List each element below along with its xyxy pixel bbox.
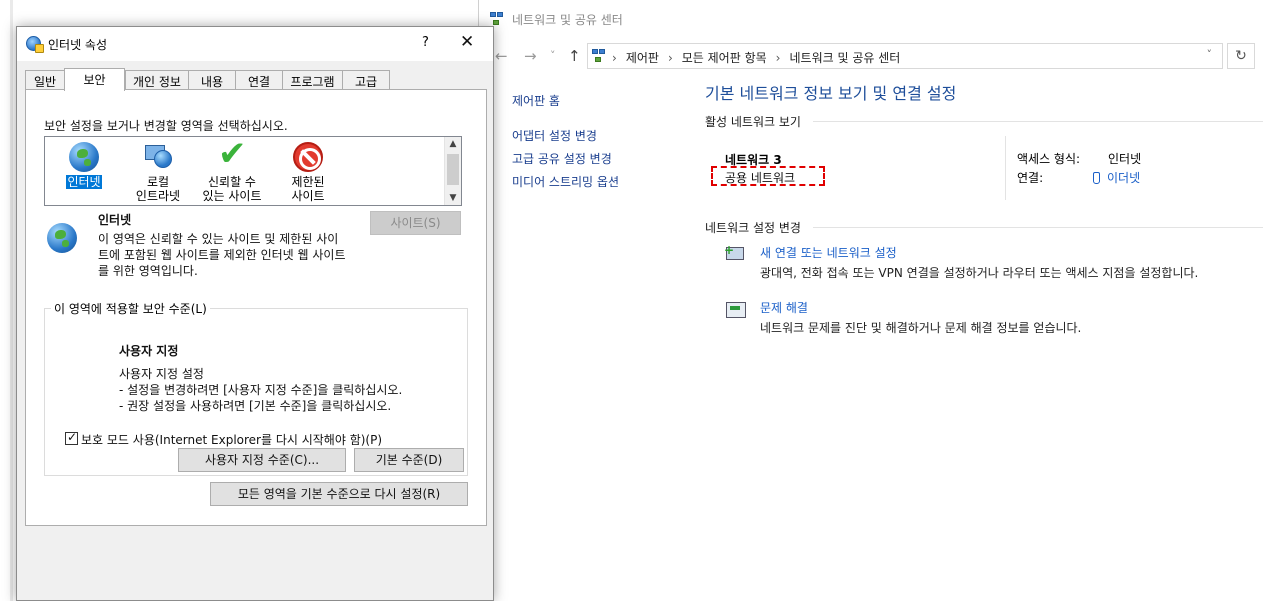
connection-value[interactable]: 이더넷: [1107, 171, 1140, 185]
help-button[interactable]: ?: [422, 35, 429, 50]
breadcrumb-item-all-items[interactable]: 모든 제어판 항목: [682, 51, 767, 65]
change-settings-heading: 네트워크 설정 변경: [705, 221, 801, 235]
internet-globe-icon: [68, 141, 100, 173]
dialog-titlebar: 인터넷 속성 ? ✕: [17, 27, 493, 61]
restricted-sites-icon: [292, 141, 324, 173]
zone-list[interactable]: 인터넷 로컬 인트라넷 ✔ 신뢰할 수 있는 사이트 제한된 사이트 ▲ ▼: [44, 136, 462, 206]
tab-security[interactable]: 보안: [64, 68, 125, 91]
zone-description-line: 이 영역은 신뢰할 수 있는 사이트 및 제한된 사이: [98, 232, 339, 246]
protected-mode-checkbox[interactable]: [65, 430, 78, 445]
scroll-up-chevron-icon[interactable]: ▲: [445, 137, 461, 151]
selected-zone-title: 인터넷: [98, 213, 132, 227]
window-titlebar: 네트워크 및 공유 센터: [479, 0, 1263, 38]
zone-label: 신뢰할 수 있는 사이트: [202, 175, 262, 203]
zone-local-intranet[interactable]: 로컬 인트라넷: [125, 141, 191, 203]
section-divider: [813, 121, 1263, 122]
forward-arrow-icon[interactable]: →: [524, 47, 537, 65]
new-connection-description: 광대역, 전화 접속 또는 VPN 연결을 설정하거나 라우터 또는 액세스 지…: [760, 266, 1199, 280]
dialog-title: 인터넷 속성: [48, 38, 108, 52]
scroll-down-chevron-icon[interactable]: ▼: [445, 191, 461, 205]
security-level-line: 사용자 지정 설정: [119, 367, 204, 381]
active-networks-heading: 활성 네트워크 보기: [705, 115, 801, 129]
breadcrumb-item-control-panel[interactable]: 제어판: [626, 51, 659, 65]
page-title: 기본 네트워크 정보 보기 및 연결 설정: [705, 84, 957, 103]
access-type-value: 인터넷: [1108, 152, 1142, 166]
security-level-group-label: 이 영역에 적용할 보안 수준(L): [51, 300, 210, 317]
refresh-button[interactable]: ↻: [1227, 43, 1255, 69]
breadcrumb-separator: ›: [667, 51, 673, 65]
recent-locations-chevron-icon[interactable]: ˅: [550, 49, 556, 62]
network-icon: [490, 12, 504, 26]
zone-trusted-sites[interactable]: ✔ 신뢰할 수 있는 사이트: [199, 134, 265, 203]
network-icon: [592, 49, 606, 63]
troubleshoot-icon: [724, 299, 746, 319]
zone-restricted-sites[interactable]: 제한된 사이트: [275, 141, 341, 203]
tab-strip: 일반 보안 개인 정보 내용 연결 프로그램 고급: [25, 68, 485, 91]
zone-description-line: 트에 포함된 웹 사이트를 제외한 인터넷 웹 사이트: [98, 248, 346, 262]
troubleshoot-description: 네트워크 문제를 진단 및 해결하거나 문제 해결 정보를 얻습니다.: [760, 321, 1082, 335]
trusted-sites-check-icon: ✔: [218, 134, 247, 174]
new-connection-link[interactable]: 새 연결 또는 네트워크 설정: [760, 244, 897, 261]
up-arrow-icon[interactable]: ↑: [568, 47, 581, 65]
zone-label: 제한된 사이트: [291, 175, 325, 203]
internet-properties-dialog: 인터넷 속성 ? ✕ 일반 보안 개인 정보 내용 연결 프로그램 고급 보안 …: [16, 26, 494, 601]
address-bar[interactable]: › 제어판 › 모든 제어판 항목 › 네트워크 및 공유 센터 ˅: [587, 43, 1223, 69]
security-level-group: 이 영역에 적용할 보안 수준(L) 사용자 지정 사용자 지정 설정 - 설정…: [44, 300, 468, 476]
local-intranet-icon: [142, 141, 174, 173]
address-dropdown-chevron-icon[interactable]: ˅: [1207, 48, 1213, 61]
security-level-line: - 권장 설정을 사용하려면 [기본 수준]을 클릭하십시오.: [119, 399, 392, 413]
security-level-line: - 설정을 변경하려면 [사용자 지정 수준]을 클릭하십시오.: [119, 383, 403, 397]
security-level-title: 사용자 지정: [119, 344, 179, 358]
protected-mode-label[interactable]: 보호 모드 사용(Internet Explorer를 다시 시작해야 함)(P…: [81, 431, 382, 448]
zone-list-scrollbar[interactable]: ▲ ▼: [444, 137, 461, 205]
new-connection-icon: +: [724, 244, 746, 264]
default-level-button[interactable]: 기본 수준(D): [354, 448, 464, 472]
nav-change-adapter-settings[interactable]: 어댑터 설정 변경: [512, 127, 597, 144]
breadcrumb: › 제어판 › 모든 제어판 항목 › 네트워크 및 공유 센터: [612, 49, 900, 66]
connection-ethernet-link[interactable]: 이더넷: [1093, 169, 1140, 186]
network-category-link[interactable]: 공용 네트워크: [711, 166, 825, 186]
zone-label: 인터넷: [66, 175, 102, 189]
reset-all-zones-button[interactable]: 모든 영역을 기본 수준으로 다시 설정(R): [210, 482, 468, 506]
nav-media-streaming-options[interactable]: 미디어 스트리밍 옵션: [512, 173, 619, 190]
background-window-edge: [0, 0, 16, 601]
troubleshoot-link[interactable]: 문제 해결: [760, 299, 808, 316]
navigation-bar: ← → ˅ ↑ › 제어판 › 모든 제어판 항목 › 네트워크 및 공유 센터 ˅ ↻: [479, 38, 1263, 74]
zone-description-line: 를 위한 영역입니다.: [98, 264, 198, 278]
connection-label: 연결:: [1017, 171, 1044, 185]
zone-label: 로컬 인트라넷: [135, 175, 181, 203]
security-tab-panel: 보안 설정을 보거나 변경할 영역을 선택하십시오. 인터넷 로컬 인트라넷 ✔…: [25, 89, 487, 526]
back-arrow-icon[interactable]: ←: [495, 47, 508, 65]
custom-level-button[interactable]: 사용자 지정 수준(C)...: [178, 448, 346, 472]
tab-connections[interactable]: 연결: [235, 70, 283, 90]
nav-control-panel-home[interactable]: 제어판 홈: [512, 92, 560, 109]
tab-advanced[interactable]: 고급: [342, 70, 390, 90]
section-divider: [813, 227, 1263, 228]
zone-instruction: 보안 설정을 보거나 변경할 영역을 선택하십시오.: [44, 119, 288, 133]
breadcrumb-separator: ›: [775, 51, 781, 65]
scroll-thumb[interactable]: [447, 154, 459, 185]
internet-options-icon: [26, 36, 44, 53]
window-title: 네트워크 및 공유 센터: [512, 13, 623, 27]
breadcrumb-separator: ›: [612, 51, 617, 65]
network-sharing-center-window: 네트워크 및 공유 센터 ← → ˅ ↑ › 제어판 › 모든 제어판 항목 › 네트워크…: [478, 0, 1263, 601]
nav-advanced-sharing-settings[interactable]: 고급 공유 설정 변경: [512, 150, 612, 167]
tab-programs[interactable]: 프로그램: [282, 70, 343, 90]
sites-button[interactable]: 사이트(S): [370, 211, 461, 235]
selected-zone-globe-icon: [46, 222, 78, 254]
zone-internet[interactable]: 인터넷: [51, 141, 117, 189]
tab-privacy[interactable]: 개인 정보: [125, 70, 189, 90]
tab-content[interactable]: 내용: [188, 70, 236, 90]
breadcrumb-item-network-center[interactable]: 네트워크 및 공유 센터: [789, 51, 900, 65]
close-icon[interactable]: ✕: [460, 32, 474, 52]
vertical-divider: [1005, 136, 1006, 200]
access-type-label: 액세스 형식:: [1017, 152, 1081, 166]
tab-general[interactable]: 일반: [25, 70, 65, 90]
ethernet-plug-icon: [1093, 172, 1100, 184]
